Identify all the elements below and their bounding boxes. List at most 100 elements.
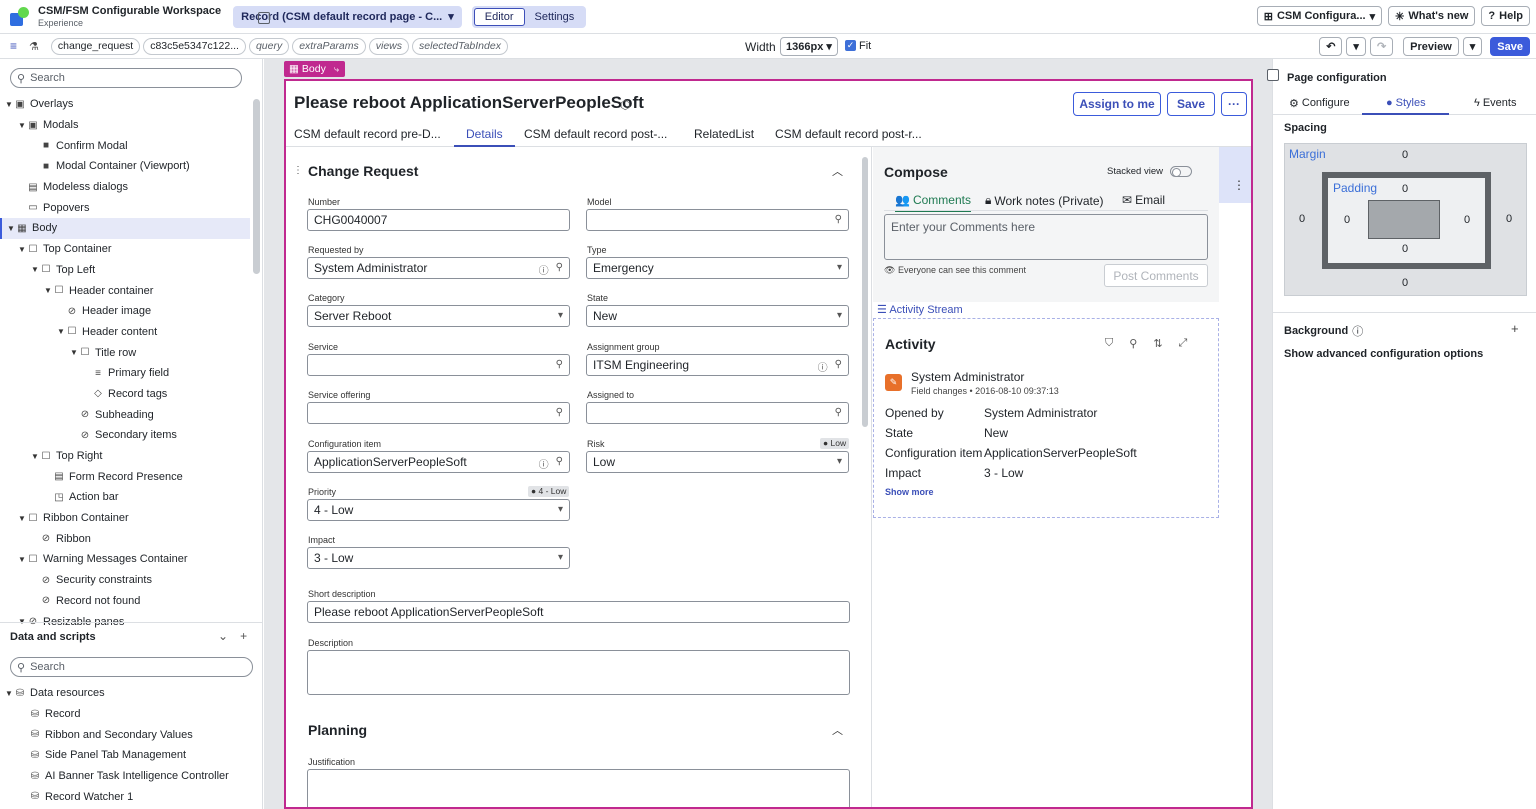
priority-select[interactable]: 4 - Low ▾ [307, 499, 570, 521]
model-field[interactable]: ⚲ [586, 209, 849, 231]
tab-email[interactable]: ✉ Email [1122, 193, 1165, 207]
data-tree-node[interactable]: ⛁ Side Panel Tab Management [0, 745, 260, 766]
collapse-left-panel-icon[interactable] [258, 12, 270, 24]
data-search-input[interactable]: ⚲ Search [10, 657, 253, 677]
data-tree-node[interactable]: ⛁ Record Watcher 1 [0, 786, 260, 807]
preview-button[interactable]: Preview [1403, 37, 1459, 56]
search-icon[interactable]: ⚲ [556, 456, 563, 471]
add-icon[interactable]: + [240, 629, 247, 643]
assign-to-me-button[interactable]: Assign to me [1073, 92, 1161, 116]
info-icon[interactable]: ⓘ [539, 262, 549, 277]
tree-node[interactable]: ▼ ☐ Header container [0, 280, 250, 301]
param-chip-table[interactable]: change_request [50, 37, 141, 55]
justification-textarea[interactable] [307, 769, 850, 807]
param-chip-views[interactable]: views [368, 37, 410, 55]
data-tree-node[interactable]: ▼ ⛁ Data resources [0, 683, 260, 704]
undo-button[interactable]: ↶ [1319, 37, 1343, 56]
tab-configure[interactable]: ⚙ Configure [1289, 97, 1350, 110]
search-icon[interactable]: ⚲ [1129, 337, 1137, 350]
collapse-section-icon[interactable]: ︿ [832, 163, 843, 179]
padding-bottom-input[interactable]: 0 [1402, 243, 1408, 255]
category-select[interactable]: Server Reboot ▾ [307, 305, 570, 327]
body-tag[interactable]: ▦ Body [284, 61, 331, 77]
expand-toggle-icon[interactable]: ▼ [6, 224, 16, 233]
tree-node[interactable]: ▼ ▣ Modals [0, 115, 250, 136]
collapse-right-panel-icon[interactable] [1267, 69, 1279, 81]
tree-node[interactable]: ≡ Primary field [0, 363, 250, 384]
search-icon[interactable]: ⚲ [556, 262, 563, 277]
tree-node[interactable]: ⊘ Secondary items [0, 425, 250, 446]
tree-node[interactable]: ⊘ Subheading [0, 404, 250, 425]
assigned-to-field[interactable]: ⚲ [586, 402, 849, 424]
expand-icon[interactable]: ⤢ [1179, 337, 1188, 350]
margin-bottom-input[interactable]: 0 [1402, 277, 1408, 289]
tree-search-input[interactable]: ⚲ Search [10, 68, 242, 88]
expand-toggle-icon[interactable]: ▼ [56, 327, 66, 336]
search-icon[interactable]: ⚲ [835, 359, 842, 374]
expand-toggle-icon[interactable]: ▼ [17, 514, 27, 523]
form-scrollbar[interactable] [862, 157, 868, 427]
show-more-link[interactable]: Show more [885, 487, 934, 497]
collapse-section-icon[interactable]: ︿ [832, 722, 843, 738]
expand-toggle-icon[interactable]: ▼ [30, 265, 40, 274]
expand-toggle-icon[interactable]: ▼ [17, 245, 27, 254]
record-save-button[interactable]: Save [1167, 92, 1215, 116]
data-tree-node[interactable]: ⛁ Ribbon and Secondary Values [0, 724, 260, 745]
chevron-down-icon[interactable]: ⌄ [218, 629, 228, 643]
padding-top-input[interactable]: 0 [1402, 183, 1408, 195]
redo-button[interactable]: ↷ [1369, 37, 1394, 56]
param-chip-sysid[interactable]: c83c5e5347c122... [143, 37, 246, 55]
tree-node[interactable]: ▤ Form Record Presence [0, 466, 250, 487]
state-select[interactable]: New ▾ [586, 305, 849, 327]
tab-details[interactable]: Details [454, 127, 515, 147]
tree-node[interactable]: ◇ Record tags [0, 384, 250, 405]
tab-work-notes[interactable]: 🔒︎ Work notes (Private) [985, 193, 1104, 208]
preview-menu-button[interactable]: ▾ [1462, 37, 1483, 56]
info-icon[interactable]: ⓘ [818, 359, 828, 374]
tag-icon[interactable]: ⬡ [620, 98, 630, 112]
tree-node[interactable]: ▭ Popovers [0, 197, 250, 218]
filter-icon[interactable]: ⛉ [1105, 337, 1113, 350]
expand-toggle-icon[interactable]: ▼ [43, 286, 53, 295]
tree-node[interactable]: ▼ ▣ Overlays [0, 94, 250, 115]
editor-tab[interactable]: Editor [473, 7, 525, 26]
tree-node[interactable]: ▼ ☐ Top Container [0, 239, 250, 260]
tree-scrollbar[interactable] [253, 99, 260, 274]
info-icon[interactable]: ⓘ [1352, 323, 1363, 339]
fit-checkbox[interactable]: ✓ [845, 40, 856, 51]
tab-styles[interactable]: ● Styles [1386, 97, 1426, 109]
tree-node[interactable]: ▼ ☐ Top Right [0, 446, 250, 467]
save-button[interactable]: Save [1490, 37, 1530, 56]
description-textarea[interactable] [307, 650, 850, 695]
tab-pre-details[interactable]: CSM default record pre-D... [294, 127, 441, 141]
config-item-field[interactable]: ApplicationServerPeopleSoft ⓘ ⚲ [307, 451, 570, 473]
tree-node[interactable]: ▼ ☐ Ribbon Container [0, 508, 250, 529]
expand-toggle-icon[interactable]: ▼ [69, 348, 79, 357]
expand-toggle-icon[interactable]: ▼ [4, 689, 14, 698]
whats-new-button[interactable]: ✳ What's new [1388, 6, 1476, 26]
undo-history-button[interactable]: ▾ [1346, 37, 1366, 56]
comments-textarea[interactable]: Enter your Comments here [884, 214, 1208, 260]
search-icon[interactable]: ⚲ [556, 359, 563, 370]
tab-post-related[interactable]: CSM default record post-r... [775, 127, 922, 141]
search-icon[interactable]: ⚲ [835, 214, 842, 225]
advanced-options-link[interactable]: Show advanced configuration options [1284, 348, 1483, 360]
data-tree-node[interactable]: ⛁ AI Banner Task Intelligence Controller [0, 766, 260, 787]
tree-node[interactable]: ■ Modal Container (Viewport) [0, 156, 250, 177]
tree-node[interactable]: ■ Confirm Modal [0, 135, 250, 156]
search-icon[interactable]: ⚲ [556, 407, 563, 418]
tree-node[interactable]: ▼ ☐ Warning Messages Container [0, 549, 250, 570]
tab-related-list[interactable]: RelatedList [694, 127, 754, 141]
config-menu-button[interactable]: ⊞ CSM Configura... ▾ [1256, 6, 1383, 26]
tree-node[interactable]: ▼ ☐ Header content [0, 322, 250, 343]
tree-node[interactable]: ▼ ▦ Body [0, 218, 250, 239]
padding-right-input[interactable]: 0 [1464, 214, 1470, 226]
width-select[interactable]: 1366px ▾ [780, 37, 838, 56]
impact-select[interactable]: 3 - Low ▾ [307, 547, 570, 569]
sort-icon[interactable]: ⇅ [1153, 337, 1162, 350]
assignment-group-field[interactable]: ITSM Engineering ⓘ ⚲ [586, 354, 849, 376]
risk-select[interactable]: Low ▾ [586, 451, 849, 473]
info-icon[interactable]: ⓘ [539, 456, 549, 471]
more-vertical-icon[interactable]: ⋮ [1233, 178, 1245, 192]
tree-node[interactable]: ⊘ Ribbon [0, 528, 250, 549]
